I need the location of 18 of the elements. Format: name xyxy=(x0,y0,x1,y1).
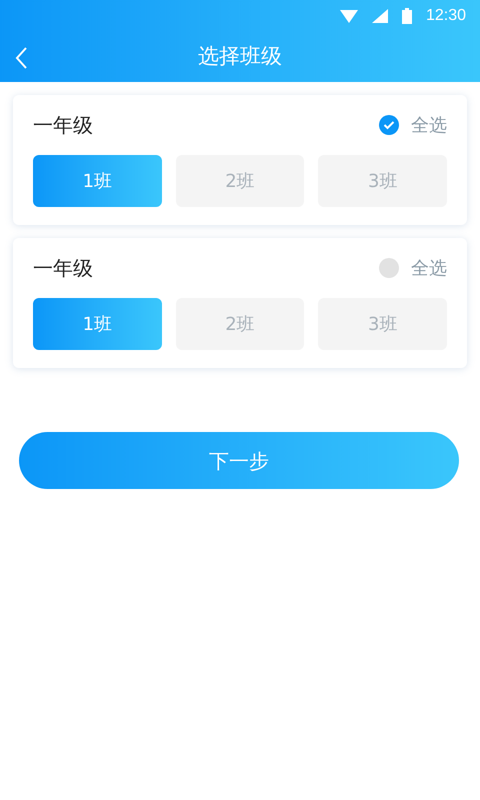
class-button[interactable]: 1班 xyxy=(33,298,162,350)
grade-name: 一年级 xyxy=(33,112,93,139)
page-title: 选择班级 xyxy=(198,43,282,70)
next-button[interactable]: 下一步 xyxy=(19,432,459,489)
wifi-icon xyxy=(340,10,358,22)
status-time: 12:30 xyxy=(426,6,466,26)
class-button[interactable]: 2班 xyxy=(176,155,304,207)
class-button[interactable]: 1班 xyxy=(33,155,162,207)
class-button[interactable]: 3班 xyxy=(318,155,447,207)
battery-icon xyxy=(402,8,412,24)
select-all-checkbox[interactable]: 全选 xyxy=(379,254,447,282)
check-icon xyxy=(379,115,399,135)
class-button[interactable]: 2班 xyxy=(176,298,304,350)
unchecked-circle-icon xyxy=(379,258,399,278)
class-button[interactable]: 3班 xyxy=(318,298,447,350)
grade-name: 一年级 xyxy=(33,255,93,282)
signal-icon xyxy=(372,9,388,23)
select-all-checkbox[interactable]: 全选 xyxy=(379,112,447,138)
